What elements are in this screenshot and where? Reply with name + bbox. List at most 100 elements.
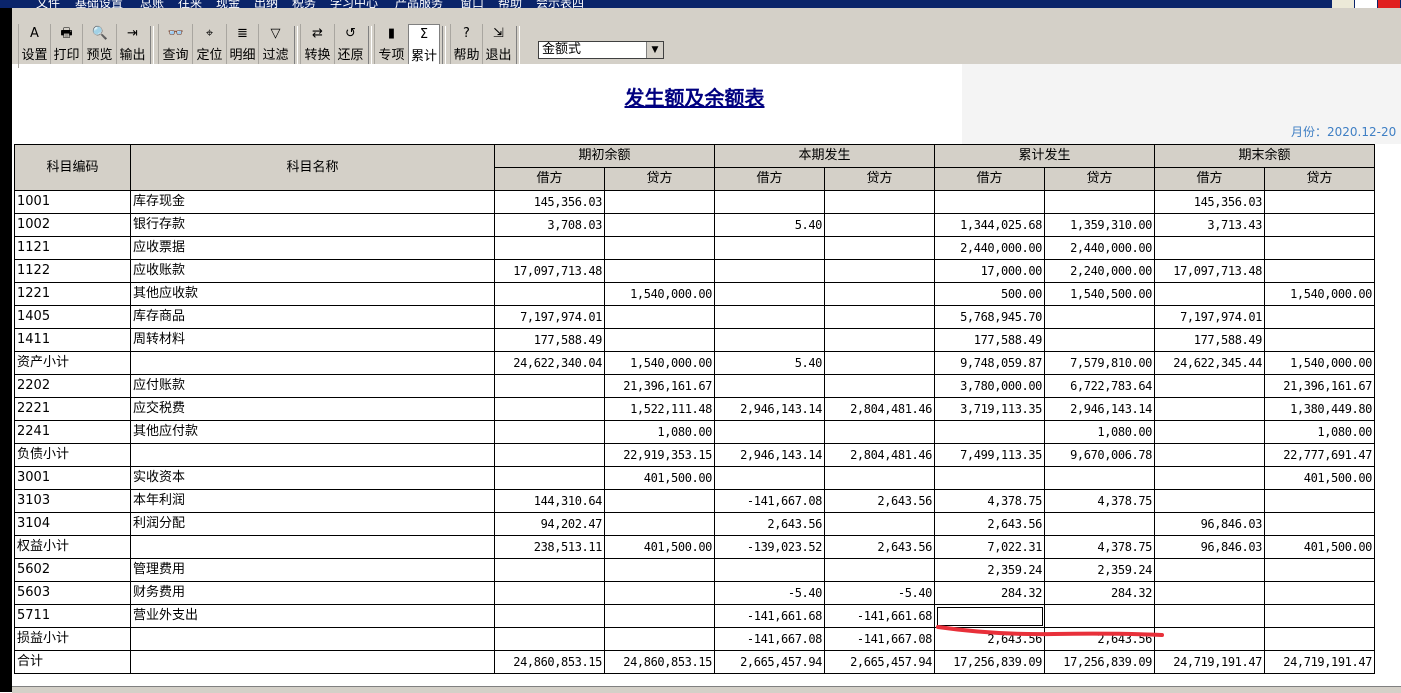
amount-cell[interactable]: -141,661.68 xyxy=(824,604,935,628)
account-code-cell[interactable]: 权益小计 xyxy=(14,535,131,559)
table-row[interactable]: 权益小计 238,513.11 401,500.00 -139,023.52 2,643… xyxy=(14,535,1375,559)
amount-cell[interactable] xyxy=(714,259,825,283)
account-name-cell[interactable]: 库存商品 xyxy=(130,305,495,329)
amount-cell[interactable]: 2,359.24 xyxy=(1044,558,1155,582)
account-code-cell[interactable]: 1121 xyxy=(14,236,131,260)
amount-cell[interactable]: 145,356.03 xyxy=(494,190,605,214)
account-name-cell[interactable] xyxy=(130,627,495,651)
account-name-cell[interactable]: 财务费用 xyxy=(130,581,495,605)
amount-cell[interactable] xyxy=(494,374,605,398)
amount-cell[interactable] xyxy=(604,305,715,329)
amount-cell[interactable] xyxy=(934,190,1045,214)
account-code-cell[interactable]: 2202 xyxy=(14,374,131,398)
amount-cell[interactable] xyxy=(494,236,605,260)
menu-item[interactable]: 往来 xyxy=(178,0,202,8)
amount-cell[interactable] xyxy=(1264,512,1375,536)
amount-cell[interactable] xyxy=(824,259,935,283)
account-code-cell[interactable]: 5602 xyxy=(14,558,131,582)
amount-cell[interactable]: 2,643.56 xyxy=(824,489,935,513)
amount-cell[interactable] xyxy=(934,466,1045,490)
amount-cell[interactable]: 7,022.31 xyxy=(934,535,1045,559)
amount-cell[interactable]: 2,946,143.14 xyxy=(714,443,825,467)
amount-cell[interactable] xyxy=(714,558,825,582)
account-code-cell[interactable]: 5711 xyxy=(14,604,131,628)
amount-cell[interactable]: 4,378.75 xyxy=(1044,489,1155,513)
amount-cell[interactable]: 1,540,000.00 xyxy=(604,351,715,375)
account-code-cell[interactable]: 负债小计 xyxy=(14,443,131,467)
amount-cell[interactable]: 1,080.00 xyxy=(604,420,715,444)
amount-cell[interactable] xyxy=(1154,420,1265,444)
account-name-cell[interactable]: 应收票据 xyxy=(130,236,495,260)
amount-cell[interactable]: 145,356.03 xyxy=(1154,190,1265,214)
amount-cell[interactable]: 21,396,161.67 xyxy=(1264,374,1375,398)
amount-cell[interactable] xyxy=(1264,213,1375,237)
amount-cell[interactable]: 3,780,000.00 xyxy=(934,374,1045,398)
amount-cell[interactable]: 2,643.56 xyxy=(824,535,935,559)
amount-cell[interactable]: 17,000.00 xyxy=(934,259,1045,283)
account-name-cell[interactable]: 银行存款 xyxy=(130,213,495,237)
amount-cell[interactable] xyxy=(1264,328,1375,352)
account-name-cell[interactable]: 利润分配 xyxy=(130,512,495,536)
amount-cell[interactable] xyxy=(1264,627,1375,651)
minimize-button[interactable] xyxy=(1332,0,1354,8)
amount-cell[interactable] xyxy=(824,236,935,260)
amount-cell[interactable] xyxy=(1154,558,1265,582)
amount-cell[interactable] xyxy=(1154,236,1265,260)
toolbar-button[interactable]: ⇄ 转换 xyxy=(300,24,334,68)
toolbar-button[interactable]: ⇥ 输出 xyxy=(116,24,148,68)
amount-cell[interactable] xyxy=(604,213,715,237)
amount-cell[interactable]: 2,804,481.46 xyxy=(824,397,935,421)
amount-cell[interactable] xyxy=(714,190,825,214)
amount-cell[interactable]: 2,240,000.00 xyxy=(1044,259,1155,283)
amount-cell[interactable]: 2,665,457.94 xyxy=(714,650,825,674)
account-code-cell[interactable]: 2241 xyxy=(14,420,131,444)
amount-cell[interactable]: 401,500.00 xyxy=(1264,535,1375,559)
amount-cell[interactable]: 24,719,191.47 xyxy=(1264,650,1375,674)
amount-cell[interactable]: 1,359,310.00 xyxy=(1044,213,1155,237)
toolbar-button[interactable]: 🔍 预览 xyxy=(82,24,116,68)
amount-cell[interactable] xyxy=(1044,328,1155,352)
amount-cell[interactable]: 284.32 xyxy=(934,581,1045,605)
toolbar-button[interactable]: ▽ 过滤 xyxy=(258,24,292,68)
amount-cell[interactable] xyxy=(604,627,715,651)
toolbar-button[interactable]: ≣ 明细 xyxy=(226,24,258,68)
amount-cell[interactable] xyxy=(1154,443,1265,467)
amount-cell[interactable] xyxy=(494,581,605,605)
amount-cell[interactable]: 1,540,000.00 xyxy=(604,282,715,306)
amount-cell[interactable] xyxy=(714,466,825,490)
amount-cell[interactable]: -5.40 xyxy=(714,581,825,605)
menu-item[interactable]: 基础设置 xyxy=(75,0,123,8)
account-code-cell[interactable]: 3001 xyxy=(14,466,131,490)
amount-cell[interactable]: 9,748,059.87 xyxy=(934,351,1045,375)
account-name-cell[interactable]: 其他应收款 xyxy=(130,282,495,306)
menu-item[interactable]: 出纳 xyxy=(254,0,278,8)
menu-item[interactable]: 学习中心 xyxy=(330,0,378,8)
amount-cell[interactable] xyxy=(714,420,825,444)
account-code-cell[interactable]: 合计 xyxy=(14,650,131,674)
amount-cell[interactable] xyxy=(604,190,715,214)
amount-cell[interactable]: 1,522,111.48 xyxy=(604,397,715,421)
table-row[interactable]: 2202 应付账款 21,396,161.67 3,780,000.00 6,722,7… xyxy=(14,374,1375,398)
amount-cell[interactable] xyxy=(604,328,715,352)
table-row[interactable]: 1122 应收账款 17,097,713.48 17,000.00 2,240,000.… xyxy=(14,259,1375,283)
amount-cell[interactable]: 238,513.11 xyxy=(494,535,605,559)
amount-cell[interactable] xyxy=(1154,397,1265,421)
amount-cell[interactable]: 7,197,974.01 xyxy=(1154,305,1265,329)
table-row[interactable]: 资产小计 24,622,340.04 1,540,000.00 5.40 9,748,0… xyxy=(14,351,1375,375)
table-row[interactable]: 1405 库存商品 7,197,974.01 5,768,945.70 7,197,97… xyxy=(14,305,1375,329)
toolbar-button[interactable]: A 设置 xyxy=(18,24,50,68)
amount-cell[interactable] xyxy=(1154,466,1265,490)
amount-cell[interactable] xyxy=(824,374,935,398)
amount-cell[interactable]: -5.40 xyxy=(824,581,935,605)
account-name-cell[interactable]: 其他应付款 xyxy=(130,420,495,444)
amount-cell[interactable]: -139,023.52 xyxy=(714,535,825,559)
amount-cell[interactable] xyxy=(1044,190,1155,214)
amount-cell[interactable]: 2,440,000.00 xyxy=(1044,236,1155,260)
amount-cell[interactable]: 2,643.56 xyxy=(714,512,825,536)
account-code-cell[interactable]: 2221 xyxy=(14,397,131,421)
amount-cell[interactable] xyxy=(824,512,935,536)
amount-cell[interactable]: 2,665,457.94 xyxy=(824,650,935,674)
amount-cell[interactable]: 284.32 xyxy=(1044,581,1155,605)
menu-item[interactable]: 产品服务 xyxy=(395,0,443,8)
amount-cell[interactable]: 3,719,113.35 xyxy=(934,397,1045,421)
